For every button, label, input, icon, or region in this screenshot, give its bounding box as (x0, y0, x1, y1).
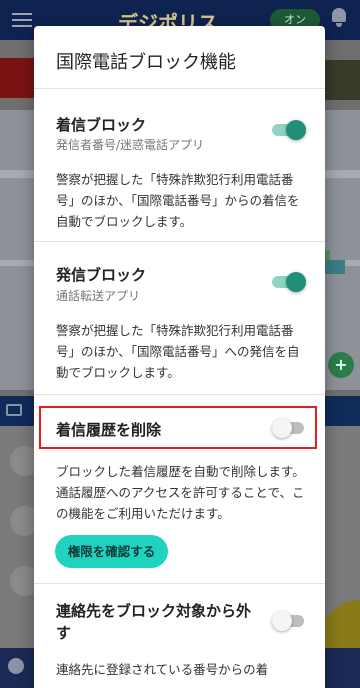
outgoing-block-description: 警察が把握した「特殊詐欺犯行利用電話番号」のほか、「国際電話番号」への発信を自動… (56, 323, 300, 380)
menu-icon[interactable] (12, 13, 32, 31)
mail-icon (6, 404, 22, 416)
exclude-contacts-toggle[interactable] (272, 610, 306, 632)
exclude-contacts-title: 連絡先をブロック対象から外す (56, 602, 252, 642)
incoming-block-title: 着信ブロック (56, 116, 147, 134)
phone-icon (8, 658, 24, 674)
incoming-block-toggle[interactable] (272, 119, 306, 141)
international-call-block-dialog: 国際電話ブロック機能 着信ブロック 発信者番号/迷惑電話アプリ 警察が把握した「… (34, 26, 325, 688)
divider (34, 241, 325, 242)
divider (34, 583, 325, 584)
plus-icon[interactable]: + (328, 352, 354, 378)
dialog-title: 国際電話ブロック機能 (56, 52, 236, 73)
background-tab (0, 58, 34, 98)
bell-icon[interactable] (330, 8, 348, 28)
outgoing-block-title: 発信ブロック (56, 266, 147, 284)
delete-history-description: ブロックした着信履歴を自動で削除します。通話履歴へのアクセスを許可することで、こ… (56, 464, 305, 521)
divider (34, 394, 325, 395)
incoming-block-description: 警察が把握した「特殊詐欺犯行利用電話番号」のほか、「国際電話番号」からの着信を自… (56, 172, 300, 229)
divider (34, 88, 325, 89)
background-banner (324, 60, 360, 100)
exclude-contacts-description: 連絡先に登録されている番号からの着 (56, 662, 269, 677)
incoming-block-subtitle: 発信者番号/迷惑電話アプリ (56, 138, 205, 152)
delete-history-title: 着信履歴を削除 (56, 421, 162, 439)
check-permission-button[interactable]: 権限を確認する (55, 535, 168, 568)
outgoing-block-subtitle: 通話転送アプリ (56, 289, 141, 303)
delete-history-toggle[interactable] (272, 417, 306, 439)
outgoing-block-toggle[interactable] (272, 271, 306, 293)
